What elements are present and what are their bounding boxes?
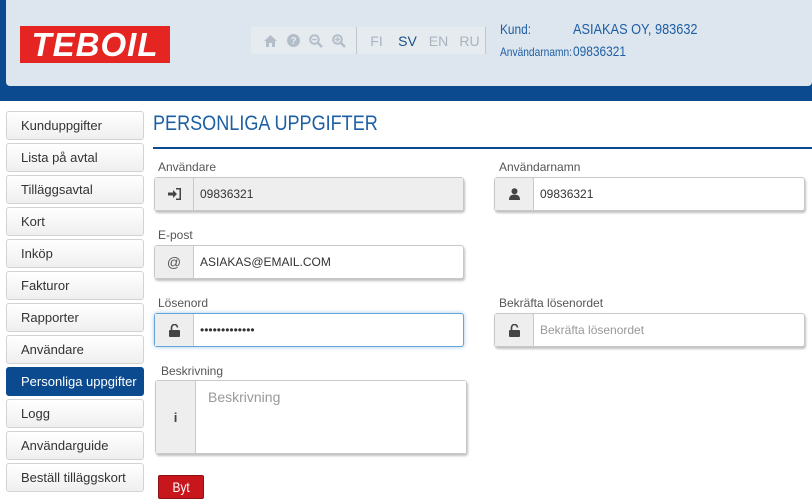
email-label: E-post bbox=[158, 228, 193, 242]
language-switcher: FI SV EN RU bbox=[357, 27, 485, 54]
help-icon[interactable]: ? bbox=[284, 32, 302, 50]
customer-value: ASIAKAS OY, 983632 bbox=[573, 21, 698, 38]
description-input[interactable] bbox=[196, 381, 466, 453]
confirm-password-input[interactable] bbox=[534, 314, 804, 346]
email-field: @ bbox=[154, 245, 464, 279]
username-label: Användarnamn: bbox=[500, 45, 573, 59]
toolbar: ? FI SV EN RU bbox=[251, 27, 486, 54]
teboil-logo[interactable]: TEBOIL bbox=[20, 26, 170, 63]
unlock-icon bbox=[155, 314, 194, 346]
toolbar-icons: ? bbox=[251, 27, 357, 54]
lang-sv[interactable]: SV bbox=[392, 33, 423, 49]
toolbar-divider bbox=[485, 27, 486, 54]
lang-en[interactable]: EN bbox=[423, 33, 454, 49]
confirm-password-field bbox=[494, 313, 805, 347]
sidebar-item-rapporter[interactable]: Rapporter bbox=[6, 303, 144, 332]
username-field-label: Användarnamn bbox=[499, 160, 581, 174]
customer-label: Kund: bbox=[500, 21, 532, 37]
title-divider bbox=[153, 147, 812, 149]
sidebar-item-anvandare[interactable]: Användare bbox=[6, 335, 144, 364]
confirm-password-label: Bekräfta lösenordet bbox=[499, 296, 604, 310]
sidebar-item-logg[interactable]: Logg bbox=[6, 399, 144, 428]
sidebar-item-fakturor[interactable]: Fakturor bbox=[6, 271, 144, 300]
unlock-icon bbox=[495, 314, 534, 346]
change-button-label: Byt bbox=[172, 479, 190, 495]
description-label: Beskrivning bbox=[161, 364, 224, 378]
logo-text: TEBOIL bbox=[31, 26, 159, 63]
user-input bbox=[194, 178, 463, 210]
email-input[interactable] bbox=[194, 246, 463, 278]
zoom-out-icon[interactable] bbox=[307, 32, 325, 50]
sidebar-item-personliga-uppgifter[interactable]: Personliga uppgifter bbox=[6, 367, 144, 396]
change-button[interactable]: Byt bbox=[158, 475, 204, 499]
sidebar-item-anvandarguide[interactable]: Användarguide bbox=[6, 431, 144, 460]
sidebar-item-bestall-tillaggskort[interactable]: Beställ tilläggskort bbox=[6, 463, 144, 492]
username-value: 09836321 bbox=[573, 43, 626, 59]
svg-text:?: ? bbox=[290, 36, 296, 47]
sign-in-icon bbox=[155, 178, 194, 210]
sidebar-item-kort[interactable]: Kort bbox=[6, 207, 144, 236]
username-input[interactable] bbox=[534, 178, 804, 210]
at-icon: @ bbox=[155, 246, 194, 278]
user-icon bbox=[495, 178, 534, 210]
password-input[interactable] bbox=[194, 314, 463, 346]
customer-info: Kund: ASIAKAS OY, 983632 Användarnamn: 0… bbox=[500, 21, 720, 65]
page-title: PERSONLIGA UPPGIFTER bbox=[153, 112, 378, 135]
info-icon: i bbox=[156, 381, 196, 453]
password-label: Lösenord bbox=[158, 296, 209, 310]
sidebar-item-lista-pa-avtal[interactable]: Lista på avtal bbox=[6, 143, 144, 172]
password-field bbox=[154, 313, 464, 347]
user-label: Användare bbox=[158, 160, 217, 174]
lang-ru[interactable]: RU bbox=[454, 33, 485, 49]
description-field: i bbox=[155, 380, 467, 454]
username-field bbox=[494, 177, 805, 211]
zoom-in-icon[interactable] bbox=[330, 32, 348, 50]
sidebar-item-kunduppgifter[interactable]: Kunduppgifter bbox=[6, 111, 144, 140]
home-icon[interactable] bbox=[261, 32, 279, 50]
user-field bbox=[154, 177, 464, 211]
sidebar-item-inkop[interactable]: Inköp bbox=[6, 239, 144, 268]
sidebar: Kunduppgifter Lista på avtal Tilläggsavt… bbox=[6, 111, 144, 495]
sidebar-item-tillaggsavtal[interactable]: Tilläggsavtal bbox=[6, 175, 144, 204]
lang-fi[interactable]: FI bbox=[361, 33, 392, 49]
